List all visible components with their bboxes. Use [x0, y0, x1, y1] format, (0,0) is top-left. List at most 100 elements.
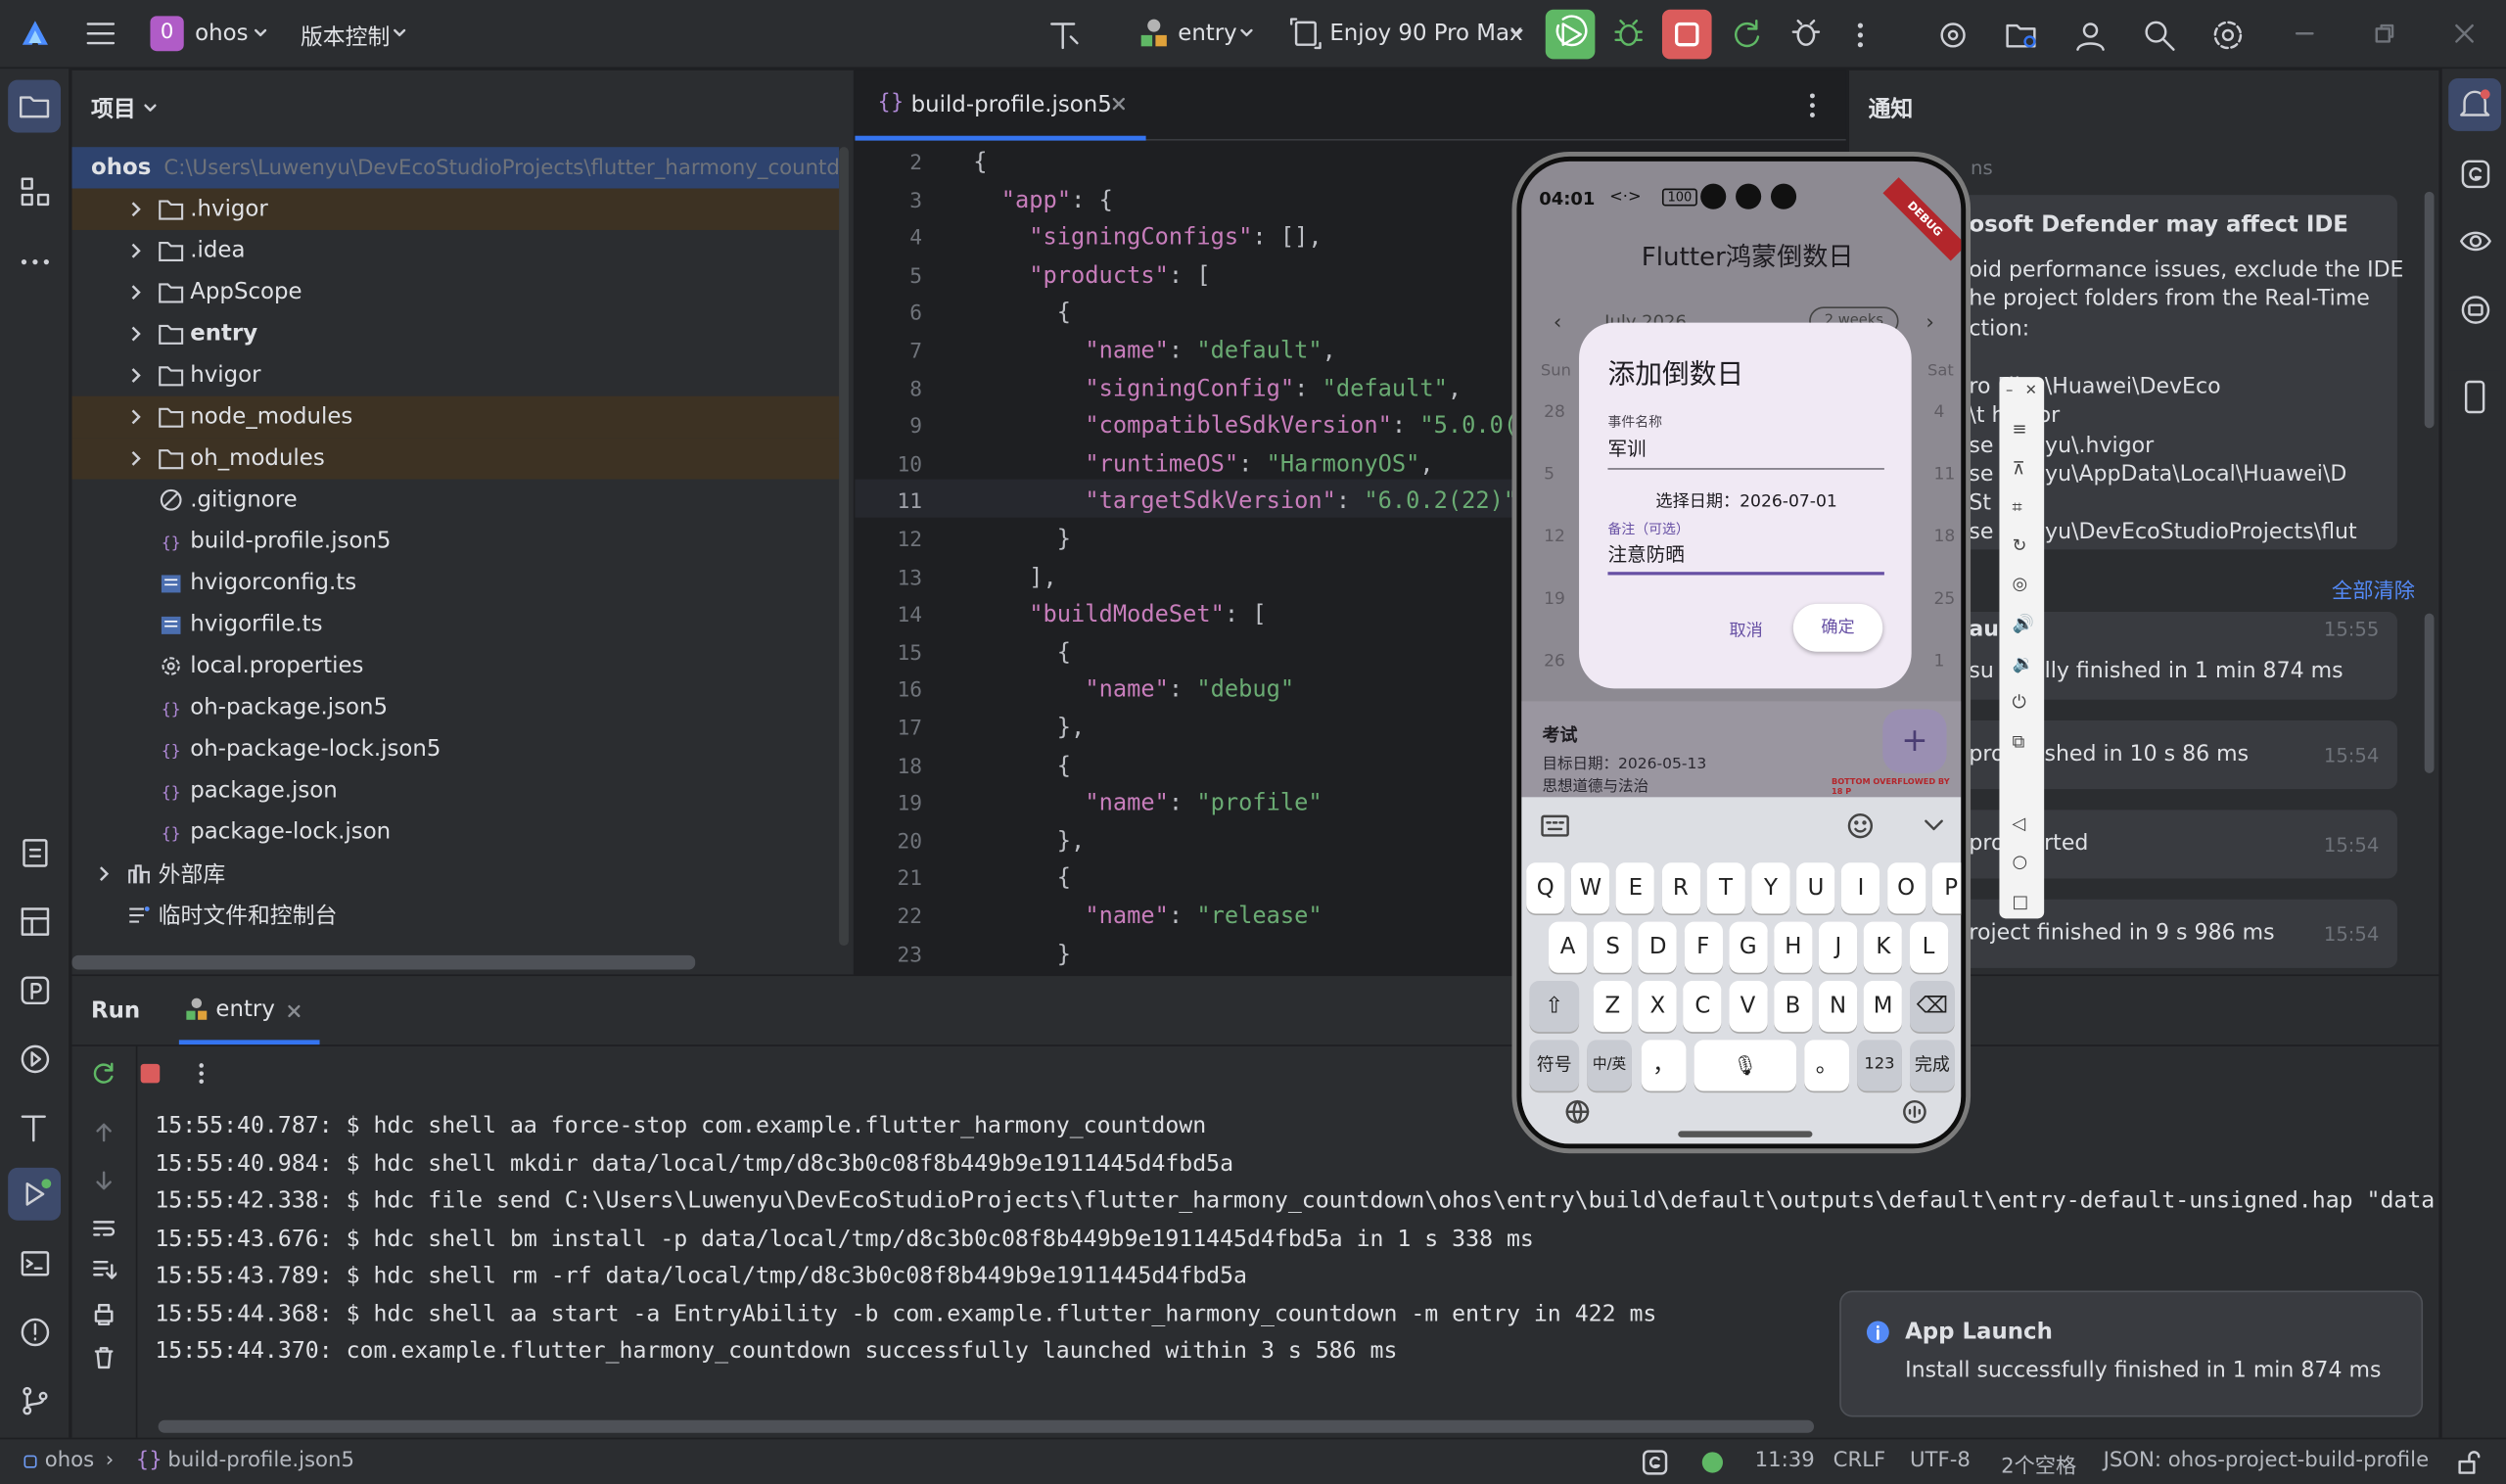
- key-a[interactable]: A: [1549, 921, 1588, 973]
- code-line[interactable]: "name": "default",: [973, 339, 1336, 364]
- code-line[interactable]: "products": [: [973, 263, 1210, 289]
- date-picker-button[interactable]: 选择日期：2026-07-01: [1655, 488, 1836, 512]
- key-v[interactable]: V: [1728, 980, 1768, 1033]
- project-name-dropdown[interactable]: ohos: [195, 21, 248, 46]
- tree-item[interactable]: .hvigor: [71, 188, 840, 230]
- calendar-day[interactable]: 18: [1934, 528, 1956, 547]
- more-actions-icon[interactable]: [1849, 20, 1872, 52]
- code-line[interactable]: "buildModeSet": [: [973, 603, 1266, 628]
- code-line[interactable]: "name": "debug": [973, 678, 1294, 704]
- globe-icon[interactable]: [1564, 1099, 1590, 1125]
- confirm-button[interactable]: 确定: [1792, 603, 1883, 652]
- problems-icon[interactable]: [18, 1315, 53, 1350]
- symbols-key[interactable]: 符号: [1529, 1040, 1580, 1091]
- key-p[interactable]: P: [1931, 862, 1962, 914]
- code-line[interactable]: "runtimeOS": "HarmonyOS",: [973, 451, 1433, 477]
- home-icon[interactable]: ○: [2013, 852, 2028, 872]
- print-icon[interactable]: [91, 1302, 116, 1327]
- phone-screen[interactable]: 04:01 <·> 100 DEBUG Flutter鸿蒙倒数日 ‹ July …: [1521, 161, 1962, 1144]
- tree-item[interactable]: 临时文件和控制台: [71, 895, 839, 936]
- apply-changes-icon[interactable]: [1730, 16, 1765, 51]
- run-panel-title[interactable]: Run: [91, 998, 140, 1024]
- layout-icon[interactable]: [18, 904, 53, 940]
- lock-icon[interactable]: [2456, 1451, 2481, 1474]
- chevron-right-icon[interactable]: [94, 864, 114, 884]
- key-e[interactable]: E: [1616, 862, 1655, 914]
- tree-item[interactable]: hvigorfile.ts: [71, 604, 839, 645]
- prev-month-icon[interactable]: ‹: [1554, 311, 1561, 335]
- code-line[interactable]: {: [973, 640, 1071, 666]
- menu-icon[interactable]: ≡: [2013, 419, 2027, 440]
- key-x[interactable]: X: [1638, 980, 1677, 1033]
- next-month-icon[interactable]: ›: [1926, 311, 1933, 335]
- calendar-day[interactable]: 19: [1544, 589, 1565, 609]
- emoji-icon[interactable]: [1846, 812, 1875, 840]
- period-key[interactable]: 。: [1804, 1040, 1849, 1091]
- code-line[interactable]: }: [973, 942, 1071, 967]
- run-tool-button[interactable]: [8, 1167, 62, 1221]
- notifications-tool-button[interactable]: [2448, 77, 2502, 131]
- code-line[interactable]: "compatibleSdkVersion": "5.0.0(: [973, 414, 1517, 440]
- log-line[interactable]: 15:55:43.789: $ hdc shell rm -rf data/lo…: [155, 1264, 2438, 1289]
- chevron-right-icon[interactable]: [126, 283, 146, 302]
- rerun-button[interactable]: [1545, 9, 1596, 60]
- breadcrumb-project[interactable]: ohos: [45, 1449, 94, 1472]
- key-f[interactable]: F: [1684, 921, 1723, 973]
- close-icon[interactable]: [285, 1001, 304, 1021]
- back-icon[interactable]: ◁: [2013, 813, 2026, 834]
- codegenie-status-icon[interactable]: [1642, 1449, 1669, 1476]
- calendar-day[interactable]: 28: [1544, 402, 1565, 422]
- tree-item[interactable]: {} oh-package.json5: [71, 687, 839, 728]
- collapse-keyboard-icon[interactable]: [1923, 816, 1945, 836]
- rerun-icon[interactable]: [91, 1061, 116, 1087]
- cancel-button[interactable]: 取消: [1730, 619, 1763, 642]
- settings-gear-icon[interactable]: [2210, 18, 2246, 53]
- phone-emulator[interactable]: 04:01 <·> 100 DEBUG Flutter鸿蒙倒数日 ‹ July …: [1511, 152, 1972, 1154]
- log-line[interactable]: 15:55:40.984: $ hdc shell mkdir data/loc…: [155, 1151, 2438, 1177]
- shift-key-icon[interactable]: ⇧: [1529, 980, 1580, 1033]
- vertical-scrollbar[interactable]: [839, 147, 849, 947]
- tree-item[interactable]: hvigor: [71, 354, 839, 395]
- space-mic-key[interactable]: 🎙: [1694, 1040, 1797, 1091]
- tree-item[interactable]: {} package-lock.json: [71, 812, 839, 853]
- key-h[interactable]: H: [1774, 921, 1813, 973]
- code-line[interactable]: {: [973, 301, 1071, 326]
- git-icon[interactable]: [18, 1383, 53, 1418]
- code-line[interactable]: {: [973, 866, 1071, 892]
- key-l[interactable]: L: [1909, 921, 1948, 973]
- code-line[interactable]: "name": "profile": [973, 791, 1322, 816]
- key-q[interactable]: Q: [1526, 862, 1565, 914]
- run-tab-entry[interactable]: entry: [178, 976, 320, 1045]
- key-n[interactable]: N: [1818, 980, 1858, 1033]
- project-panel-title[interactable]: 项目: [91, 93, 136, 125]
- pin-top-icon[interactable]: ⊼: [2013, 458, 2025, 479]
- code-line[interactable]: "signingConfig": "default",: [973, 376, 1462, 401]
- event-name-input[interactable]: 军训: [1607, 435, 1646, 462]
- key-s[interactable]: S: [1594, 921, 1633, 973]
- attach-debugger-icon[interactable]: [1788, 16, 1824, 51]
- caret-position[interactable]: 11:39: [1755, 1449, 1815, 1472]
- more-tools-icon[interactable]: [18, 245, 53, 280]
- key-g[interactable]: G: [1729, 921, 1768, 973]
- code-line[interactable]: },: [973, 716, 1086, 741]
- code-line[interactable]: "targetSdkVersion": "6.0.2(22)": [973, 489, 1517, 515]
- calendar-day[interactable]: 1: [1934, 652, 1945, 672]
- volume-up-icon[interactable]: 🔊: [2013, 614, 2034, 634]
- tree-item[interactable]: 外部库: [71, 853, 839, 894]
- key-r[interactable]: R: [1661, 862, 1700, 914]
- calendar-day[interactable]: 12: [1544, 528, 1565, 547]
- code-line[interactable]: "name": "release": [973, 904, 1322, 930]
- main-menu-icon[interactable]: [85, 20, 117, 48]
- key-i[interactable]: I: [1841, 862, 1880, 914]
- volume-down-icon[interactable]: 🔉: [2013, 653, 2034, 673]
- key-y[interactable]: Y: [1751, 862, 1790, 914]
- scroll-down-icon[interactable]: [91, 1168, 116, 1193]
- line-separator[interactable]: CRLF: [1833, 1449, 1886, 1472]
- rotate-icon[interactable]: ↻: [2013, 535, 2027, 556]
- calendar-day[interactable]: 25: [1934, 589, 1956, 609]
- power-icon[interactable]: ⏻: [2013, 692, 2026, 715]
- tree-item[interactable]: node_modules: [71, 395, 840, 439]
- home-indicator[interactable]: [1678, 1131, 1813, 1137]
- tree-item[interactable]: .gitignore: [71, 480, 839, 521]
- key-u[interactable]: U: [1796, 862, 1835, 914]
